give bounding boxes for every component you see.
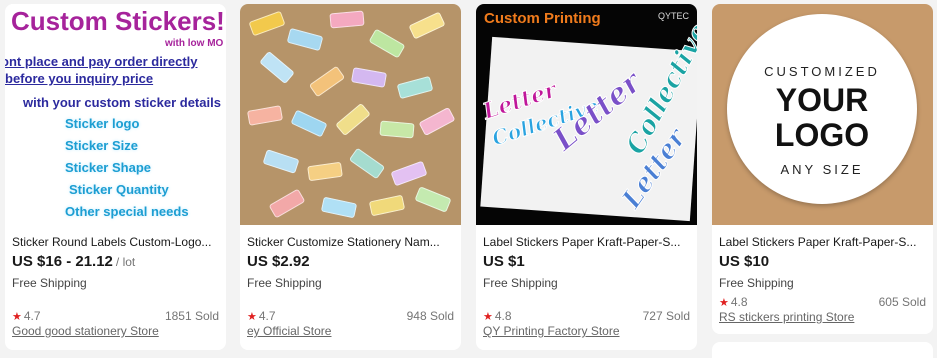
sticker-piece: [307, 161, 343, 182]
image-line-2: before you inquiry price: [5, 71, 154, 86]
sticker-piece: [418, 106, 456, 137]
shipping-label: Free Shipping: [483, 276, 558, 290]
sticker-piece: [396, 75, 434, 100]
rating: ★ 4.8: [483, 309, 512, 323]
product-card-1[interactable]: Custom Stickers! with low MO ont place a…: [5, 4, 226, 350]
product-card-4[interactable]: CUSTOMIZED YOUR LOGO ANY SIZE Label Stic…: [712, 4, 933, 334]
image-feature: Sticker logo: [65, 116, 140, 131]
sticker-piece: [414, 186, 452, 213]
store-link[interactable]: Good good stationery Store: [12, 324, 219, 338]
sold-count: 948 Sold: [406, 309, 454, 323]
shipping-label: Free Shipping: [12, 276, 87, 290]
rating: ★ 4.8: [719, 295, 748, 309]
sticker-piece: [320, 196, 358, 219]
sticker-piece: [348, 147, 386, 180]
image-brand: QYTEC: [657, 11, 689, 21]
star-icon: ★: [247, 311, 257, 323]
image-subtext: with low MO: [165, 38, 224, 49]
sticker-piece: [290, 109, 328, 138]
store-link[interactable]: ey Official Store: [247, 324, 454, 338]
product-price: US $2.92: [247, 253, 310, 270]
sticker-piece: [368, 194, 406, 217]
star-icon: ★: [483, 311, 493, 323]
shipping-label: Free Shipping: [247, 276, 322, 290]
sticker-piece: [350, 67, 388, 88]
image-feature: Sticker Size: [65, 138, 138, 153]
sticker-piece: [408, 11, 446, 40]
product-image-1[interactable]: Custom Stickers! with low MO ont place a…: [5, 4, 226, 225]
product-image-3[interactable]: Custom Printing QYTEC Letter Collective …: [476, 4, 697, 225]
image-line-3: with your custom sticker details: [23, 95, 221, 110]
sticker-piece: [390, 160, 428, 187]
sticker-piece: [286, 27, 324, 52]
sticker-piece: [246, 105, 284, 126]
price-unit: / lot: [115, 255, 136, 269]
sticker-piece: [268, 188, 306, 219]
product-price: US $1: [483, 253, 525, 270]
product-image-4[interactable]: CUSTOMIZED YOUR LOGO ANY SIZE: [712, 4, 933, 225]
rating: ★ 4.7: [247, 309, 276, 323]
sticker-piece: [248, 10, 286, 37]
image-feature: Sticker Quantity: [69, 182, 169, 197]
sold-count: 605 Sold: [878, 295, 926, 309]
shipping-label: Free Shipping: [719, 276, 794, 290]
product-price: US $10: [719, 253, 770, 270]
store-link[interactable]: RS stickers printing Store: [719, 310, 926, 324]
sticker-piece: [259, 50, 295, 85]
sticker-piece: [308, 65, 346, 98]
image-text-line-1: YOUR: [775, 82, 869, 118]
sticker-piece: [262, 149, 300, 174]
image-headline: Custom Stickers!: [11, 6, 225, 36]
image-text-bottom: ANY SIZE: [780, 162, 864, 177]
rating: ★ 4.7: [12, 309, 41, 323]
image-feature: Other special needs: [65, 204, 189, 219]
star-icon: ★: [719, 297, 729, 309]
product-title[interactable]: Label Stickers Paper Kraft-Paper-S...: [483, 234, 690, 250]
store-link[interactable]: QY Printing Factory Store: [483, 324, 690, 338]
sticker-piece: [329, 10, 365, 29]
image-line-1: ont place and pay order directly: [5, 54, 198, 69]
product-title[interactable]: Label Stickers Paper Kraft-Paper-S...: [719, 234, 926, 250]
sold-count: 1851 Sold: [164, 309, 219, 323]
product-price: US $16 - 21.12: [12, 253, 113, 270]
sticker-piece: [379, 120, 415, 139]
product-card-3[interactable]: Custom Printing QYTEC Letter Collective …: [476, 4, 697, 350]
star-icon: ★: [12, 311, 22, 323]
next-card-peek: [712, 342, 933, 358]
image-headline: Custom Printing: [484, 10, 601, 27]
image-text-top: CUSTOMIZED: [764, 64, 880, 79]
product-card-2[interactable]: Sticker Customize Stationery Nam... US $…: [240, 4, 461, 350]
logo-sticker: CUSTOMIZED YOUR LOGO ANY SIZE: [727, 14, 917, 204]
image-feature: Sticker Shape: [65, 160, 151, 175]
product-title[interactable]: Sticker Round Labels Custom-Logo...: [12, 234, 219, 250]
sold-count: 727 Sold: [642, 309, 690, 323]
image-text-line-2: LOGO: [774, 117, 870, 153]
sticker-piece: [335, 102, 371, 137]
product-image-2[interactable]: [240, 4, 461, 225]
sticker-piece: [368, 28, 406, 59]
product-title[interactable]: Sticker Customize Stationery Nam...: [247, 234, 454, 250]
